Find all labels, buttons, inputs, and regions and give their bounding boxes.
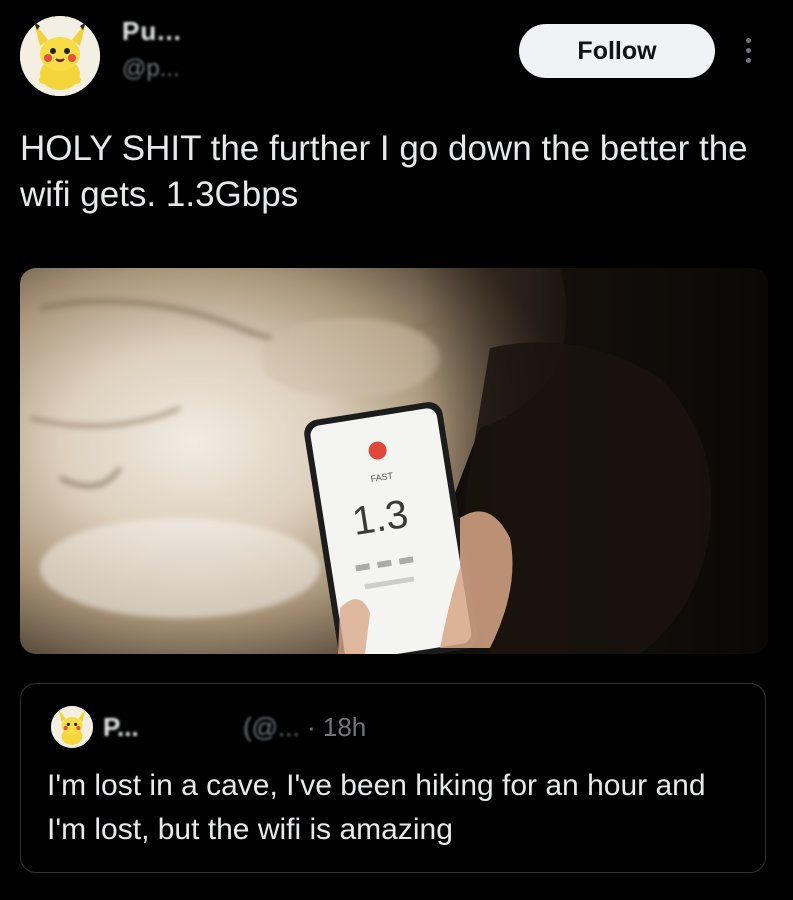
quoted-tweet[interactable]: P... (@... · 18h I'm lost in a cave, I'v… — [20, 683, 766, 873]
quoted-text: I'm lost in a cave, I've been hiking for… — [47, 769, 706, 846]
quoted-display-name[interactable]: P... — [103, 712, 139, 743]
more-dots-icon[interactable] — [736, 30, 760, 70]
dot — [745, 57, 751, 63]
author-display-name[interactable]: Pu... — [122, 16, 182, 47]
dot — [745, 47, 751, 53]
quoted-author-avatar[interactable] — [51, 706, 93, 748]
follow-button[interactable]: Follow — [519, 24, 715, 78]
dot — [745, 37, 751, 43]
tweet-media-photo[interactable]: FAST 1.3 — [20, 268, 768, 654]
author-handle[interactable]: @p... — [122, 55, 182, 83]
quoted-handle: (@... — [243, 712, 307, 742]
quoted-separator: · — [306, 712, 316, 742]
pikachu-avatar-icon — [51, 706, 93, 748]
author-avatar[interactable] — [20, 16, 100, 96]
cave-phone-photo: FAST 1.3 — [20, 268, 768, 654]
quoted-time[interactable]: 18h — [323, 712, 366, 742]
tweet-text: HOLY SHIT the further I go down the bett… — [20, 129, 748, 214]
phone-speed-value: 1.3 — [349, 492, 411, 544]
quoted-meta: (@... · 18h — [243, 712, 366, 743]
pikachu-avatar-icon — [20, 16, 100, 96]
author-info: Pu... @p... — [122, 16, 182, 83]
